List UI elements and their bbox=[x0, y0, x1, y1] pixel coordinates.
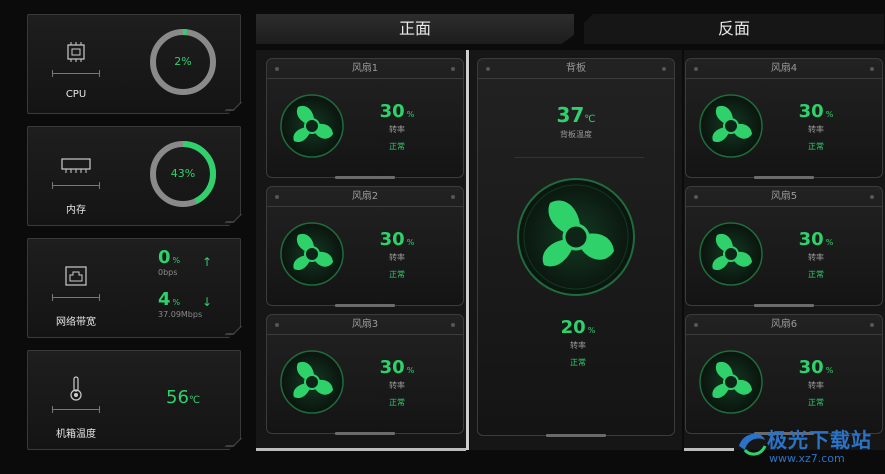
upload-unit: % bbox=[172, 256, 181, 265]
fan-card-5: 风扇5 30% 转率 正常 bbox=[685, 186, 883, 307]
memory-card: 内存 43% bbox=[27, 126, 243, 226]
fan-readout: 30% 转率 正常 bbox=[786, 357, 846, 408]
memory-icon bbox=[52, 151, 100, 191]
fan-readout: 30% 转率 正常 bbox=[367, 229, 427, 280]
fan-title: 风扇4 bbox=[770, 63, 798, 74]
fan-status: 正常 bbox=[808, 142, 824, 151]
fan-speed-unit: % bbox=[825, 238, 834, 247]
fan-card-1: 风扇1 30% 转率 正常 bbox=[266, 58, 464, 179]
thermometer-icon bbox=[52, 375, 100, 415]
watermark-logo-icon bbox=[739, 433, 767, 456]
fan-monitor-window: CPU 2% 内存 43% 网络带宽 0% 0bps ↑ 4% 37.09Mbp… bbox=[0, 0, 885, 474]
fan-speed-label: 转率 bbox=[808, 253, 824, 262]
chassis-temp-unit: ℃ bbox=[188, 395, 201, 406]
backplate-title: 背板 bbox=[566, 63, 586, 74]
fan-status: 正常 bbox=[808, 398, 824, 407]
backplate-fan-readout: 20% 转率 正常 bbox=[548, 317, 608, 368]
fan-speed-value: 30 bbox=[379, 101, 405, 122]
fan-status: 正常 bbox=[389, 398, 405, 407]
upload-value: 0 bbox=[158, 247, 171, 268]
fan-speed-label: 转率 bbox=[389, 253, 405, 262]
memory-usage-value: 43% bbox=[170, 167, 196, 180]
fan-speed-label: 转率 bbox=[808, 125, 824, 134]
cpu-usage-ring: 2% bbox=[148, 27, 218, 97]
fan-status: 正常 bbox=[808, 270, 824, 279]
backplate-fan-status: 正常 bbox=[570, 358, 586, 367]
tab-front[interactable]: 正面 bbox=[256, 14, 574, 44]
download-value: 4 bbox=[158, 289, 171, 310]
fan-speed-value: 30 bbox=[798, 357, 824, 378]
fan-card-2: 风扇2 30% 转率 正常 bbox=[266, 186, 464, 307]
network-card: 网络带宽 0% 0bps ↑ 4% 37.09Mbps ↓ bbox=[27, 238, 243, 338]
download-arrow-icon: ↓ bbox=[202, 295, 213, 309]
network-download: 4% 37.09Mbps bbox=[158, 289, 202, 319]
cpu-card: CPU 2% bbox=[27, 14, 243, 114]
fan-icon bbox=[698, 221, 764, 291]
backplate-temp-value: 37 bbox=[556, 103, 585, 127]
fan-speed-unit: % bbox=[406, 238, 415, 247]
backplate-fan-label: 转率 bbox=[570, 341, 586, 350]
backplate-fan-value: 20 bbox=[560, 317, 586, 338]
fan-speed-unit: % bbox=[406, 110, 415, 119]
backplate-fan-unit: % bbox=[587, 326, 596, 335]
network-port-icon bbox=[52, 263, 100, 303]
network-upload: 0% 0bps bbox=[158, 247, 180, 277]
network-label: 网络带宽 bbox=[56, 317, 96, 328]
backplate-card: 背板 37℃ 背板温度 20% 转率 正常 bbox=[477, 58, 675, 437]
fan-icon bbox=[279, 221, 345, 291]
watermark: 极光下载站 www.xz7.com bbox=[735, 422, 885, 472]
fan-speed-label: 转率 bbox=[808, 381, 824, 390]
fan-readout: 30% 转率 正常 bbox=[786, 229, 846, 280]
fan-readout: 30% 转率 正常 bbox=[367, 357, 427, 408]
fan-speed-value: 30 bbox=[798, 229, 824, 250]
watermark-title: 极光下载站 bbox=[767, 428, 872, 452]
cpu-icon bbox=[52, 39, 100, 79]
fan-icon bbox=[279, 349, 345, 419]
bottom-scroll-bar-left bbox=[256, 448, 466, 451]
fan-card-3: 风扇3 30% 转率 正常 bbox=[266, 314, 464, 435]
chassis-temp-readout: 56℃ bbox=[166, 387, 200, 408]
memory-usage-ring: 43% bbox=[148, 139, 218, 209]
memory-label: 内存 bbox=[66, 205, 86, 216]
download-unit: % bbox=[172, 298, 181, 307]
fan-speed-unit: % bbox=[825, 366, 834, 375]
fan-title: 风扇1 bbox=[351, 63, 379, 74]
chassis-temp-value: 56 bbox=[166, 387, 189, 408]
backplate-temp-unit: ℃ bbox=[584, 114, 596, 125]
fan-speed-value: 30 bbox=[798, 101, 824, 122]
fan-speed-label: 转率 bbox=[389, 381, 405, 390]
fan-title: 风扇6 bbox=[770, 319, 798, 330]
column-divider bbox=[466, 50, 469, 450]
fan-status: 正常 bbox=[389, 270, 405, 279]
fan-readout: 30% 转率 正常 bbox=[367, 101, 427, 152]
fan-speed-unit: % bbox=[825, 110, 834, 119]
cpu-usage-value: 2% bbox=[174, 55, 192, 68]
fan-speed-value: 30 bbox=[379, 229, 405, 250]
upload-rate: 0bps bbox=[158, 268, 178, 277]
backplate-fan-icon bbox=[516, 177, 636, 301]
chassis-temp-card: 机箱温度 56℃ bbox=[27, 350, 243, 450]
fan-title: 风扇5 bbox=[770, 191, 798, 202]
fan-title: 风扇3 bbox=[351, 319, 379, 330]
watermark-url: www.xz7.com bbox=[769, 452, 845, 465]
fan-icon bbox=[698, 349, 764, 419]
fan-card-6: 风扇6 30% 转率 正常 bbox=[685, 314, 883, 435]
upload-arrow-icon: ↑ bbox=[202, 255, 213, 269]
fan-status: 正常 bbox=[389, 142, 405, 151]
backplate-temp-label: 背板温度 bbox=[560, 130, 592, 139]
fan-title: 风扇2 bbox=[351, 191, 379, 202]
cpu-label: CPU bbox=[65, 89, 87, 100]
fan-icon bbox=[279, 93, 345, 163]
tab-back[interactable]: 反面 bbox=[584, 14, 884, 44]
fan-icon bbox=[698, 93, 764, 163]
fan-speed-value: 30 bbox=[379, 357, 405, 378]
download-rate: 37.09Mbps bbox=[158, 310, 203, 319]
bottom-scroll-bar-right bbox=[684, 448, 734, 451]
fan-card-4: 风扇4 30% 转率 正常 bbox=[685, 58, 883, 179]
fan-readout: 30% 转率 正常 bbox=[786, 101, 846, 152]
backplate-temp: 37℃ 背板温度 bbox=[478, 103, 674, 140]
fan-speed-unit: % bbox=[406, 366, 415, 375]
chassis-temp-label: 机箱温度 bbox=[56, 429, 96, 440]
fan-speed-label: 转率 bbox=[389, 125, 405, 134]
